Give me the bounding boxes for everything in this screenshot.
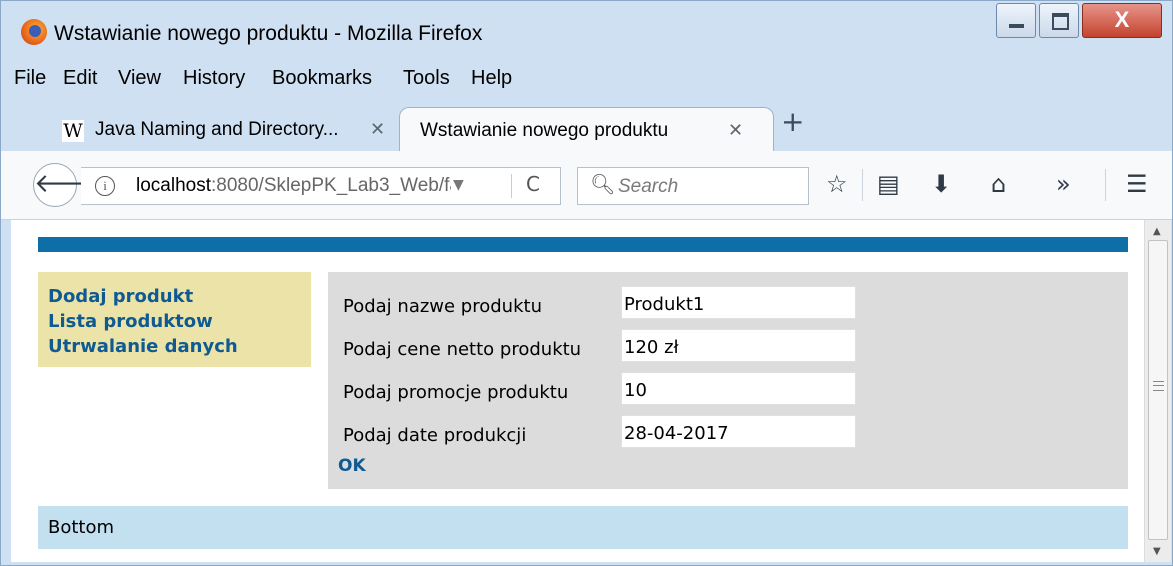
close-button[interactable]: X <box>1082 3 1162 38</box>
label-production-date: Podaj date produkcji <box>343 425 527 446</box>
label-net-price: Podaj cene netto produktu <box>343 339 582 360</box>
menu-help[interactable]: Help <box>471 67 512 90</box>
overflow-chevron-icon[interactable]: » <box>1056 170 1071 198</box>
menu-view[interactable]: View <box>118 67 161 90</box>
close-icon: X <box>1114 7 1130 32</box>
new-tab-icon[interactable]: + <box>781 105 804 138</box>
menu-tools[interactable]: Tools <box>403 67 450 90</box>
search-icon: 🔍︎ <box>590 172 616 196</box>
maximize-button[interactable] <box>1039 3 1079 38</box>
header-bar <box>38 237 1128 252</box>
grip-icon <box>1153 381 1164 391</box>
tab-label: Java Naming and Directory... <box>95 119 339 140</box>
product-name-input[interactable] <box>621 286 856 319</box>
menu-file[interactable]: File <box>14 67 46 90</box>
home-icon[interactable]: ⌂ <box>991 170 1006 198</box>
footer: Bottom <box>38 506 1128 549</box>
nav-link-utrwalanie-danych[interactable]: Utrwalanie danych <box>48 336 238 357</box>
search-bar[interactable]: 🔍︎ Search <box>577 167 809 205</box>
title-bar: Wstawianie nowego produktu - Mozilla Fir… <box>1 1 1172 61</box>
info-icon[interactable]: i <box>95 176 115 196</box>
footer-text: Bottom <box>48 517 115 538</box>
menu-bar: File Edit View History Bookmarks Tools H… <box>1 63 1172 97</box>
tab-wstawianie[interactable]: Wstawianie nowego produktu ✕ <box>399 107 774 151</box>
scroll-thumb[interactable] <box>1148 240 1168 540</box>
reading-list-icon[interactable]: ▤ <box>877 170 900 198</box>
window-title: Wstawianie nowego produktu - Mozilla Fir… <box>54 22 483 45</box>
back-arrow-icon[interactable]: 🡐 <box>33 163 104 207</box>
reload-icon[interactable]: C <box>526 172 540 196</box>
tab-java-naming[interactable]: W Java Naming and Directory... ✕ <box>45 107 400 151</box>
divider <box>511 174 512 198</box>
divider <box>862 169 863 201</box>
url-host: localhost <box>136 175 211 196</box>
chevron-down-icon[interactable]: ▼ <box>453 177 464 193</box>
menu-edit[interactable]: Edit <box>63 67 97 90</box>
url-bar[interactable]: i localhost:8080/SklepPK_Lab3_Web/fa ▼ C <box>81 167 561 205</box>
label-promotion: Podaj promocje produktu <box>343 382 569 403</box>
nav-link-dodaj-produkt[interactable]: Dodaj produkt <box>48 286 193 307</box>
firefox-logo-icon <box>21 19 47 45</box>
vertical-scrollbar[interactable]: ▲ ▼ <box>1144 220 1171 562</box>
product-form: Podaj nazwe produktu Podaj cene netto pr… <box>328 272 1128 489</box>
search-placeholder: Search <box>618 176 679 197</box>
navigation-toolbar: 🡐 i localhost:8080/SklepPK_Lab3_Web/fa ▼… <box>1 151 1172 220</box>
url-text[interactable]: localhost:8080/SklepPK_Lab3_Web/fa <box>136 175 451 197</box>
menu-history[interactable]: History <box>183 67 245 90</box>
ok-button[interactable]: OK <box>338 456 366 476</box>
production-date-input[interactable] <box>621 415 856 448</box>
scroll-up-icon[interactable]: ▲ <box>1153 226 1161 237</box>
tab-strip: W Java Naming and Directory... ✕ Wstawia… <box>1 101 1172 151</box>
divider <box>1105 169 1106 201</box>
tab-close-icon[interactable]: ✕ <box>728 120 743 141</box>
net-price-input[interactable] <box>621 329 856 362</box>
label-product-name: Podaj nazwe produktu <box>343 296 542 317</box>
wikipedia-icon: W <box>62 120 84 142</box>
star-icon[interactable]: ☆ <box>826 170 848 198</box>
tab-close-icon[interactable]: ✕ <box>370 119 385 140</box>
side-nav: Dodaj produkt Lista produktow Utrwalanie… <box>38 272 311 367</box>
menu-bookmarks[interactable]: Bookmarks <box>272 67 372 90</box>
download-icon[interactable]: ⬇ <box>931 170 951 198</box>
page-content: Dodaj produkt Lista produktow Utrwalanie… <box>11 220 1144 562</box>
browser-window: Wstawianie nowego produktu - Mozilla Fir… <box>0 0 1173 566</box>
scroll-down-icon[interactable]: ▼ <box>1153 546 1161 557</box>
hamburger-menu-icon[interactable]: ☰ <box>1126 170 1148 198</box>
minimize-button[interactable] <box>996 3 1036 38</box>
nav-link-lista-produktow[interactable]: Lista produktow <box>48 311 213 332</box>
tab-label: Wstawianie nowego produktu <box>420 120 669 141</box>
promotion-input[interactable] <box>621 372 856 405</box>
url-path: :8080/SklepPK_Lab3_Web/fa <box>211 175 451 196</box>
